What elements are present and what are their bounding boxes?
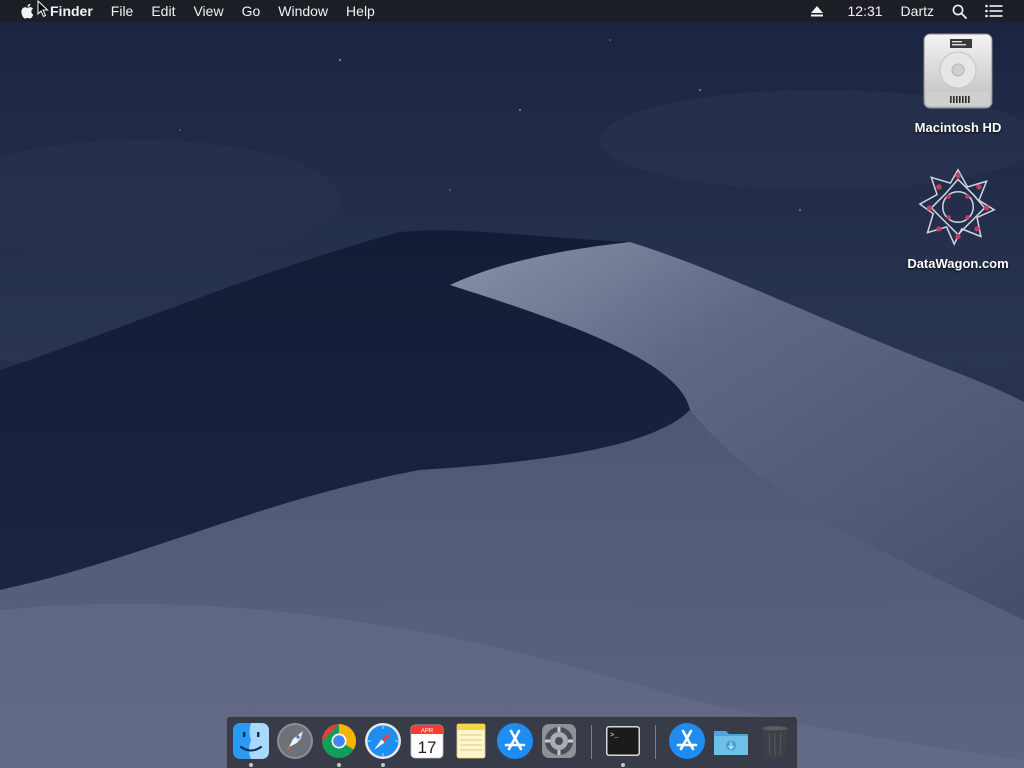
dock-item-notes[interactable] — [451, 721, 491, 761]
running-indicator — [621, 763, 625, 767]
dock-separator — [655, 725, 656, 759]
notes-icon — [456, 723, 486, 759]
running-indicator — [249, 763, 253, 767]
rocket-icon — [277, 723, 313, 759]
menu-help[interactable]: Help — [337, 0, 384, 22]
calendar-icon: APR 17 — [410, 724, 444, 759]
dock-item-app-store[interactable] — [495, 721, 535, 761]
calendar-day: 17 — [418, 738, 437, 757]
desktop-icon-macintosh-hd[interactable]: Macintosh HD — [898, 30, 1018, 135]
spotlight-search-icon[interactable] — [943, 4, 976, 19]
app-store-icon — [497, 723, 533, 759]
running-indicator — [337, 763, 341, 767]
desktop-icon-datawagon[interactable]: DataWagon.com — [898, 166, 1018, 271]
app-store-icon — [669, 723, 705, 759]
dock-item-system-preferences[interactable] — [539, 721, 579, 761]
dock-item-downloads[interactable] — [711, 721, 751, 761]
dock-item-trash[interactable] — [755, 721, 795, 761]
dock-separator — [591, 725, 592, 759]
calendar-month: APR — [421, 729, 434, 735]
trash-icon — [762, 726, 788, 759]
menu-window[interactable]: Window — [269, 0, 337, 22]
dock-item-chrome[interactable] — [319, 721, 359, 767]
folder-icon — [714, 731, 748, 755]
dock-item-terminal[interactable]: >_ — [603, 721, 643, 767]
menu-finder[interactable]: Finder — [46, 0, 102, 22]
datawagon-logo-icon — [918, 166, 998, 246]
menu-view[interactable]: View — [184, 0, 232, 22]
chrome-icon — [322, 724, 356, 758]
terminal-prompt: >_ — [610, 732, 619, 740]
compass-icon — [365, 723, 401, 759]
dock: APR 17 >_ — [226, 716, 798, 768]
wallpaper — [0, 0, 1024, 768]
running-indicator — [381, 763, 385, 767]
mouse-cursor-icon — [37, 0, 49, 18]
dock-item-safari[interactable] — [363, 721, 403, 767]
menu-file[interactable]: File — [102, 0, 143, 22]
dock-item-app-store-2[interactable] — [667, 721, 707, 761]
desktop-icon-label: Macintosh HD — [914, 120, 1002, 135]
desktop-icon-label: DataWagon.com — [907, 256, 1009, 271]
dock-item-finder[interactable] — [231, 721, 271, 767]
eject-icon[interactable] — [802, 5, 832, 17]
menu-edit[interactable]: Edit — [142, 0, 184, 22]
notification-center-icon[interactable] — [976, 4, 1012, 18]
desktop[interactable]: Finder File Edit View Go Window Help 12:… — [0, 0, 1024, 768]
apple-menu-icon[interactable] — [18, 2, 36, 20]
gear-icon — [542, 724, 576, 758]
clock[interactable]: 12:31 — [832, 0, 892, 22]
hard-drive-icon — [918, 30, 998, 110]
menu-go[interactable]: Go — [233, 0, 270, 22]
user-menu[interactable]: Dartz — [892, 0, 943, 22]
dock-item-calendar[interactable]: APR 17 — [407, 721, 447, 761]
dock-item-launchpad[interactable] — [275, 721, 315, 761]
menu-bar: Finder File Edit View Go Window Help 12:… — [0, 0, 1024, 22]
terminal-icon: >_ — [606, 726, 640, 756]
finder-icon — [233, 723, 269, 759]
